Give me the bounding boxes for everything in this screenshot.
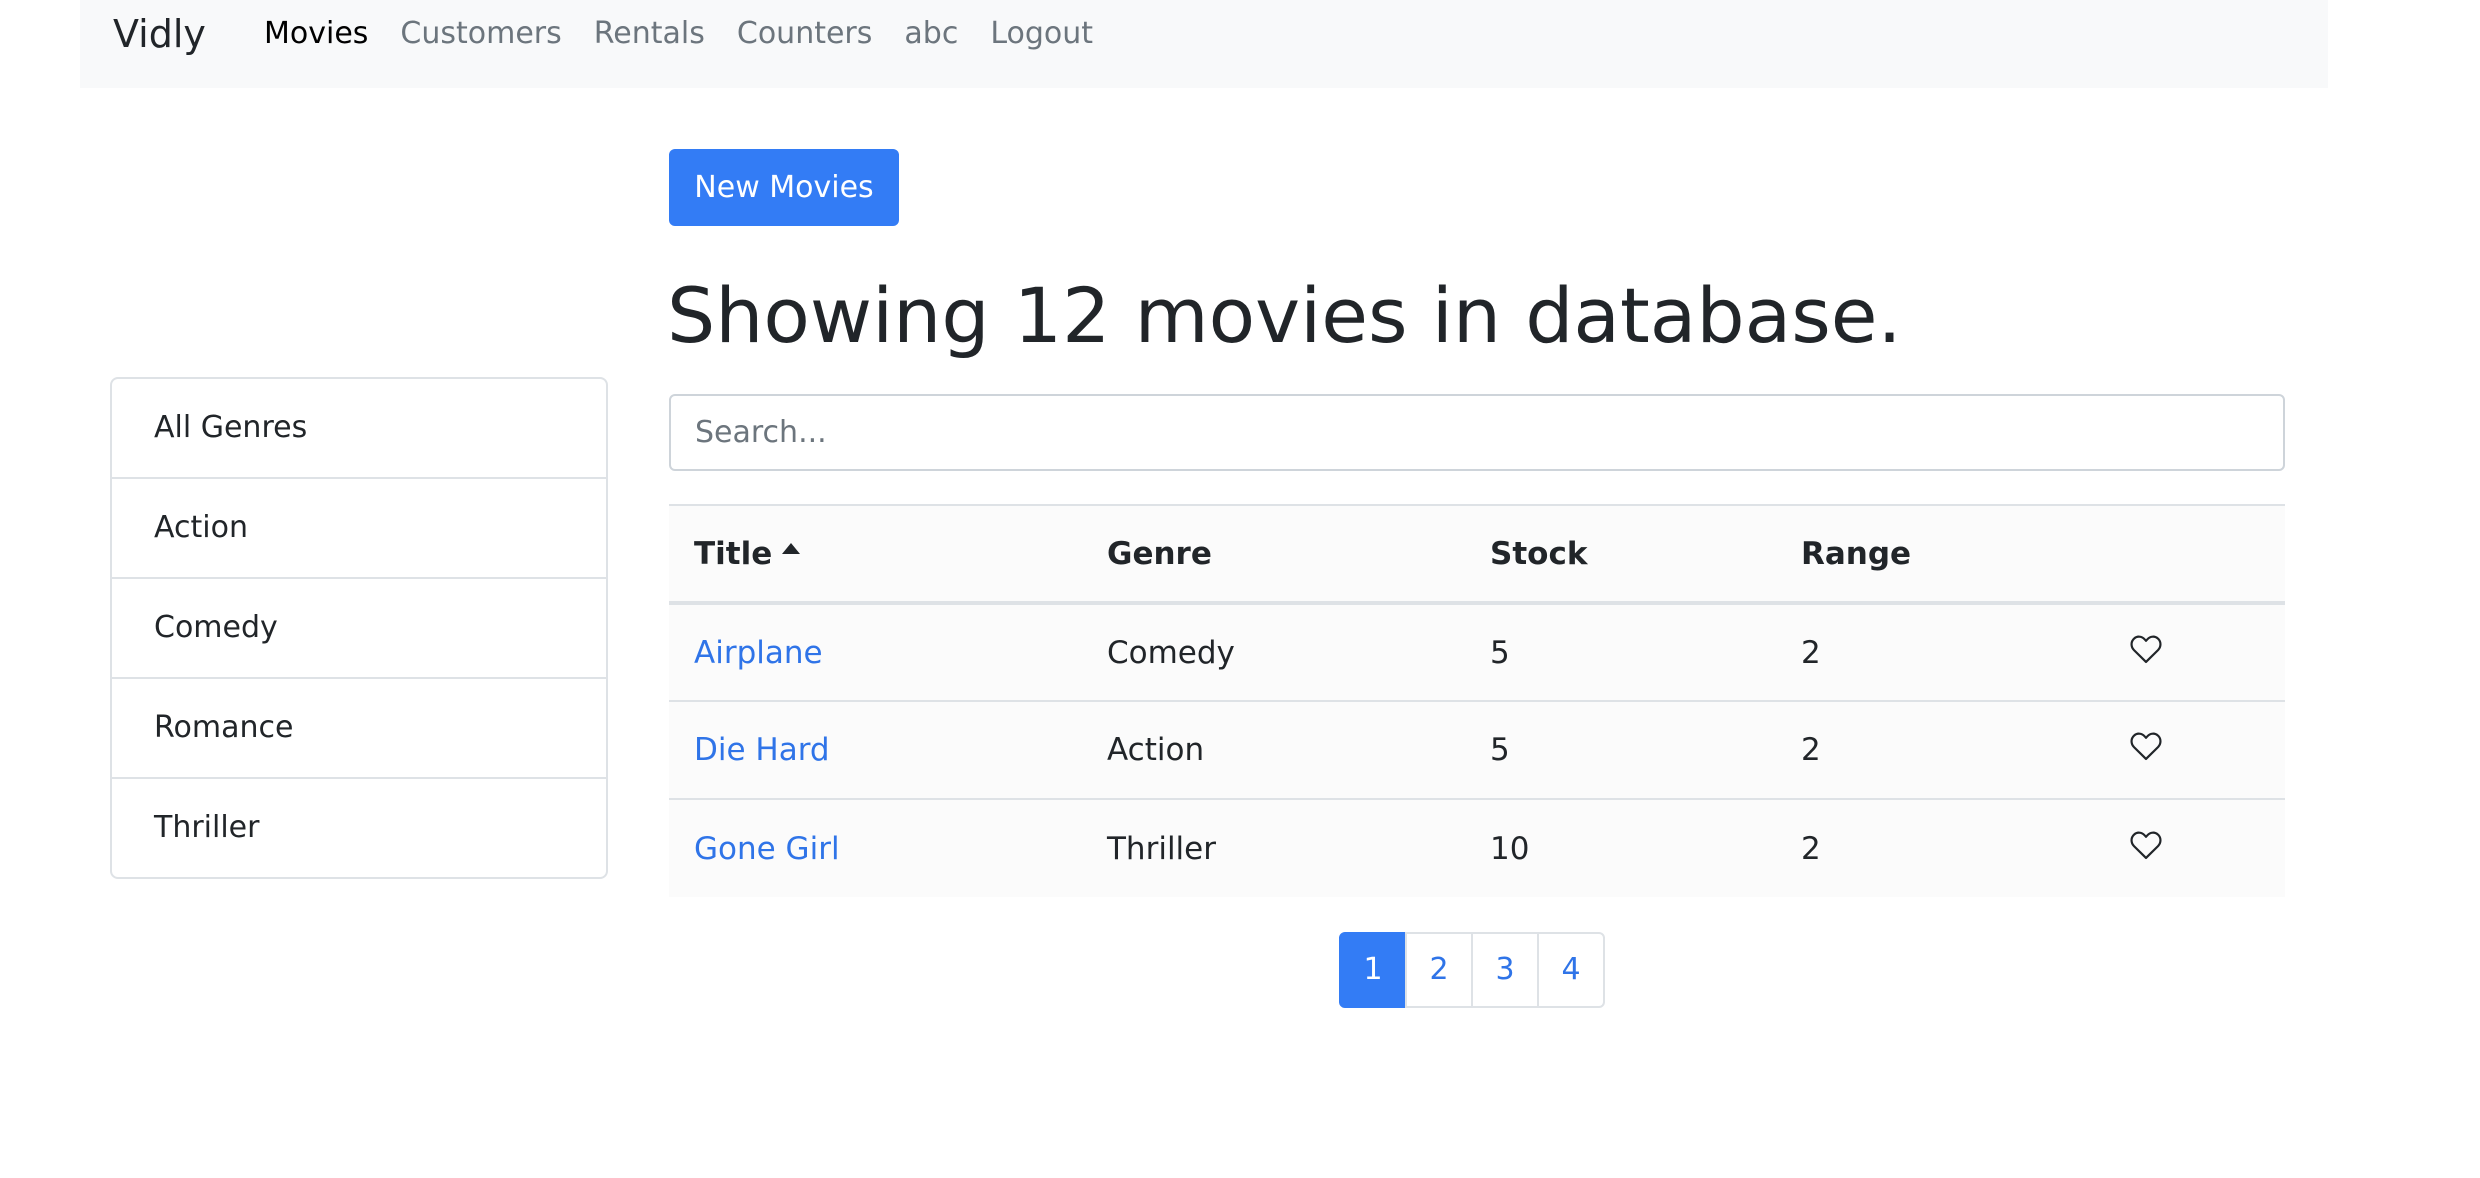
nav-link-abc[interactable]: abc xyxy=(888,6,974,62)
movie-stock: 5 xyxy=(1490,634,1510,671)
page-link-4[interactable]: 4 xyxy=(1537,932,1605,1008)
genre-item-all[interactable]: All Genres xyxy=(112,379,606,479)
movie-title-link[interactable]: Gone Girl xyxy=(694,831,840,867)
genre-item-action[interactable]: Action xyxy=(112,479,606,579)
caret-up-icon xyxy=(782,542,801,554)
page-link-3[interactable]: 3 xyxy=(1471,932,1539,1008)
table-row: Gone Girl Thriller 10 2 xyxy=(669,799,2285,897)
movie-title-link[interactable]: Airplane xyxy=(694,635,823,671)
movie-genre: Thriller xyxy=(1107,830,1216,867)
pagination: 1 2 3 4 xyxy=(1339,932,1605,1008)
heart-outline-icon[interactable] xyxy=(2129,731,2163,761)
column-header-stock[interactable]: Stock xyxy=(1465,505,1776,603)
nav-links: Movies Customers Rentals Counters abc Lo… xyxy=(248,6,1109,62)
new-movies-button[interactable]: New Movies xyxy=(669,149,899,226)
genre-item-comedy[interactable]: Comedy xyxy=(112,579,606,679)
nav-link-counters[interactable]: Counters xyxy=(721,6,889,62)
page-title: Showing 12 movies in database. xyxy=(667,271,1902,360)
movie-stock: 10 xyxy=(1490,830,1530,867)
nav-link-logout[interactable]: Logout xyxy=(974,6,1109,62)
heart-outline-icon[interactable] xyxy=(2129,634,2163,664)
nav-link-movies[interactable]: Movies xyxy=(248,6,384,62)
movies-table: Title Genre Stock Range Airplane Comedy … xyxy=(669,504,2285,897)
genre-list: All Genres Action Comedy Romance Thrille… xyxy=(110,377,608,879)
page-link-2[interactable]: 2 xyxy=(1405,932,1473,1008)
movie-range: 2 xyxy=(1801,634,1821,671)
movie-title-link[interactable]: Die Hard xyxy=(694,732,830,768)
movie-range: 2 xyxy=(1801,732,1821,768)
table-header-row: Title Genre Stock Range xyxy=(669,505,2285,603)
movie-stock: 5 xyxy=(1490,732,1510,768)
page: Vidly Movies Customers Rentals Counters … xyxy=(0,0,2480,1178)
column-header-title-label: Title xyxy=(694,535,773,572)
heart-outline-icon[interactable] xyxy=(2129,830,2163,860)
nav-link-rentals[interactable]: Rentals xyxy=(578,6,721,62)
movie-genre: Action xyxy=(1107,732,1205,768)
table-row: Die Hard Action 5 2 xyxy=(669,701,2285,799)
table-row: Airplane Comedy 5 2 xyxy=(669,603,2285,701)
search-input[interactable] xyxy=(669,394,2285,471)
column-header-title[interactable]: Title xyxy=(669,505,1082,603)
navbar: Vidly Movies Customers Rentals Counters … xyxy=(80,0,2328,88)
genre-item-romance[interactable]: Romance xyxy=(112,679,606,779)
nav-link-customers[interactable]: Customers xyxy=(384,6,577,62)
column-header-range[interactable]: Range xyxy=(1776,505,2097,603)
movie-range: 2 xyxy=(1801,830,1821,867)
genre-item-thriller[interactable]: Thriller xyxy=(112,779,606,877)
brand-link[interactable]: Vidly xyxy=(113,6,206,62)
column-header-like xyxy=(2097,505,2285,603)
column-header-genre[interactable]: Genre xyxy=(1082,505,1465,603)
movie-genre: Comedy xyxy=(1107,634,1235,671)
page-link-1[interactable]: 1 xyxy=(1339,932,1407,1008)
